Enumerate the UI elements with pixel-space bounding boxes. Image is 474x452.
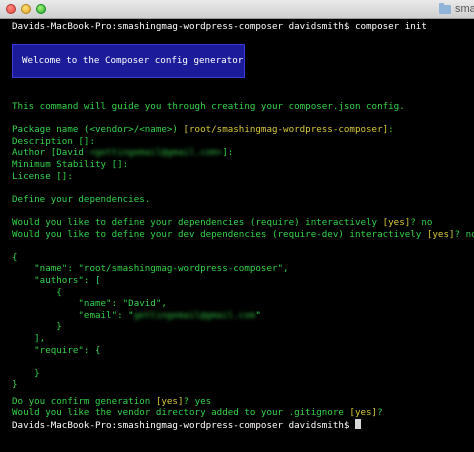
package-name-suffix: : [388,124,394,135]
intro-line: This command will guide you through crea… [12,101,405,112]
terminal-output[interactable]: Davids-MacBook-Pro:smashingmag-wordpress… [0,19,474,452]
json-line: } [12,379,18,390]
license-line: License []: [12,171,73,182]
minimize-button[interactable] [21,4,31,14]
welcome-banner: Welcome to the Composer config generator [12,44,245,78]
json-email-suffix: " [255,310,261,321]
json-email-line: "email": "gettingemail@gmail.com" [12,310,261,322]
confirm-question: Do you confirm generation [12,396,156,407]
command: composer init [354,21,427,32]
json-email-blurred: gettingemail@gmail.com [133,310,256,321]
confirm-default: [yes] [155,396,184,407]
require-answer: ? no [410,217,433,228]
json-line: } [12,368,40,379]
terminal-window: sma Davids-MacBook-Pro:smashingmag-wordp… [0,0,474,452]
folder-icon [439,3,451,14]
vendor-default: [yes] [349,407,378,418]
package-name-label: Package name (<vendor>/<name>) [12,124,184,135]
author-prefix: Author [David [12,147,90,158]
window-title: sma [455,3,474,15]
title-bar[interactable]: sma [0,0,474,19]
command-line: Davids-MacBook-Pro:smashingmag-wordpress… [12,21,427,33]
prompt: Davids-MacBook-Pro:smashingmag-wordpress… [12,21,355,32]
json-email-key: "email": " [12,310,134,321]
min-stability-line: Minimum Stability []: [12,159,129,170]
define-deps-line: Define your dependencies. [12,194,151,205]
close-button[interactable] [6,4,16,14]
require-dev-answer: ? no [454,229,474,240]
package-name-default: [root/smashingmag-wordpress-composer] [183,124,389,135]
confirm-answer: ? yes [183,396,212,407]
json-line: "name": "root/smashingmag-wordpress-comp… [12,263,289,274]
require-question: Would you like to define your dependenci… [12,217,432,229]
require-dev-question-text: Would you like to define your dev depend… [12,229,427,240]
vendor-answer: ? [377,407,383,418]
final-prompt-line: Davids-MacBook-Pro:smashingmag-wordpress… [12,419,361,432]
author-line: Author [David <gettingemail@gmail.com>]: [12,147,233,159]
text-cursor [354,419,361,429]
vendor-question: Would you like the vendor directory adde… [12,407,350,418]
zoom-button[interactable] [36,4,46,14]
author-suffix: ]: [222,147,234,158]
json-line: { [12,287,62,298]
json-line: "authors": [ [12,275,101,286]
package-name-line: Package name (<vendor>/<name>) [root/sma… [12,124,394,136]
banner-text: Welcome to the Composer config generator [22,55,244,66]
vendor-line: Would you like the vendor directory adde… [12,407,383,419]
require-dev-question: Would you like to define your dev depend… [12,229,474,241]
json-line: "name": "David", [12,298,167,309]
json-line: { [12,252,18,263]
require-default: [yes] [382,217,411,228]
require-question-text: Would you like to define your dependenci… [12,217,383,228]
author-email-blurred: <gettingemail@gmail.com> [89,147,223,158]
require-dev-default: [yes] [426,229,455,240]
description-line: Description []: [12,136,95,147]
json-line: ], [12,333,46,344]
json-line: "require": { [12,345,101,356]
json-line: } [12,321,62,332]
final-prompt: Davids-MacBook-Pro:smashingmag-wordpress… [12,420,355,431]
confirm-line: Do you confirm generation [yes]? yes [12,396,211,408]
